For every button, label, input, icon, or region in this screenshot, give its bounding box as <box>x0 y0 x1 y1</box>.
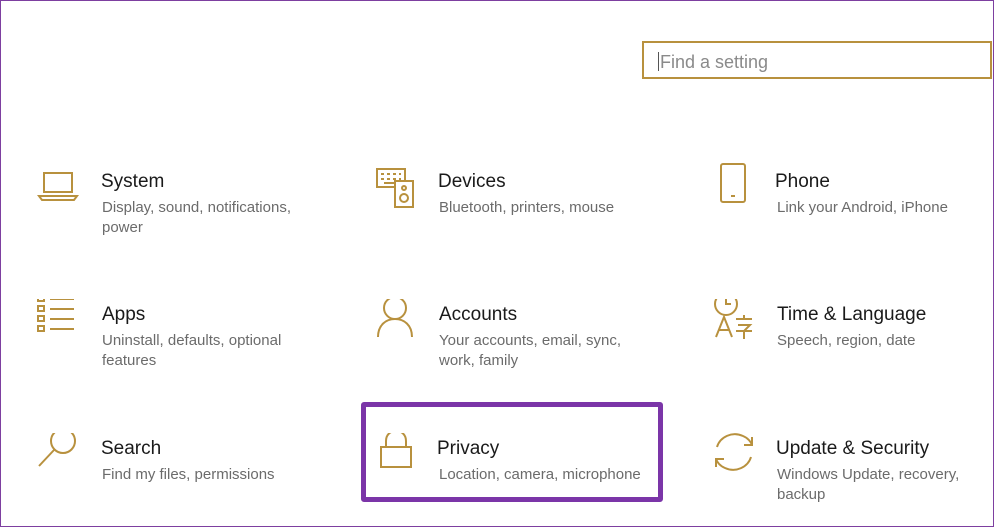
search-placeholder: Find a setting <box>660 52 769 72</box>
magnifier-icon <box>36 433 80 477</box>
tile-title: Time & Language <box>777 304 927 325</box>
tile-description: Find my files, permissions <box>102 466 275 483</box>
tile-description: Your accounts, email, sync, work, family <box>439 332 622 369</box>
tile-description: Bluetooth, printers, mouse <box>439 199 615 216</box>
tile-title: Apps <box>102 304 146 325</box>
phone-icon <box>712 163 756 207</box>
tile-title: Devices <box>438 171 506 192</box>
tile-title: Search <box>101 438 162 459</box>
time-language-icon <box>712 299 756 343</box>
settings-tile-update-security[interactable]: Update & Security Windows Update, recove… <box>712 433 994 513</box>
settings-tile-search[interactable]: Search Find my files, permissions <box>36 433 336 513</box>
tile-description: Windows Update, recovery, backup <box>777 466 960 503</box>
settings-tile-devices[interactable]: Devices Bluetooth, printers, mouse <box>374 166 674 246</box>
laptop-icon <box>36 166 80 210</box>
tile-description: Speech, region, date <box>777 332 916 349</box>
tile-title: Phone <box>775 171 830 192</box>
person-icon <box>374 299 418 343</box>
privacy-highlight-box <box>361 402 663 502</box>
settings-tile-phone[interactable]: Phone Link your Android, iPhone <box>712 163 994 243</box>
apps-list-icon <box>36 299 80 343</box>
settings-tile-accounts[interactable]: Accounts Your accounts, email, sync, work… <box>374 299 674 379</box>
tile-description: Link your Android, iPhone <box>777 199 948 216</box>
tile-title: Accounts <box>439 304 518 325</box>
settings-tile-system[interactable]: System Display, sound, notifications, pow… <box>36 166 336 246</box>
settings-tile-time-language[interactable]: Time & Language Speech, region, date <box>712 299 994 379</box>
settings-tile-apps[interactable]: Apps Uninstall, defaults, optional featur… <box>36 299 336 379</box>
devices-icon <box>374 166 418 210</box>
sync-arrows-icon <box>712 433 756 477</box>
tile-description: Uninstall, defaults, optional features <box>102 332 282 369</box>
tile-title: System <box>101 171 165 192</box>
tile-description: Display, sound, notifications, power <box>102 199 291 236</box>
text-caret <box>658 52 659 71</box>
search-input[interactable]: Find a setting <box>642 41 992 79</box>
tile-title: Update & Security <box>776 438 930 459</box>
